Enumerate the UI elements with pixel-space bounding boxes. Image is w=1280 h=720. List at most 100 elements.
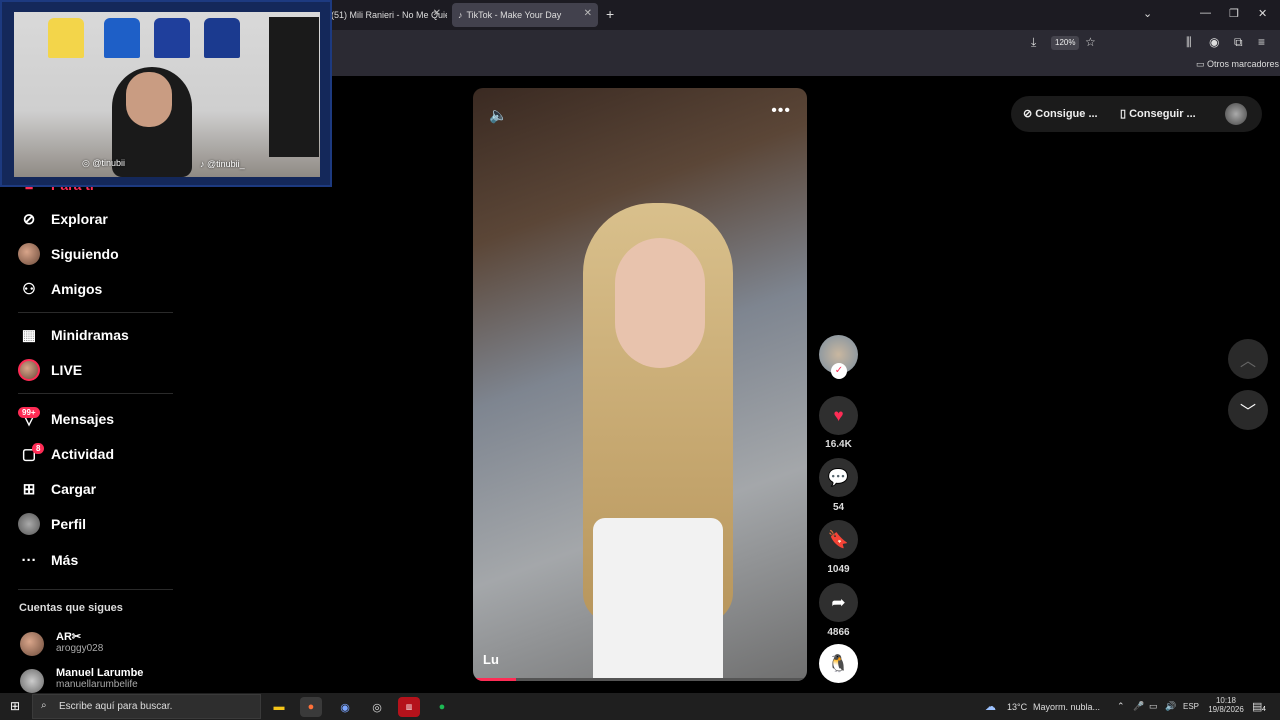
minimize-icon[interactable]: — xyxy=(1200,7,1211,19)
restore-icon[interactable]: ❐ xyxy=(1229,7,1239,20)
chevron-down-icon: ﹀ xyxy=(1239,404,1256,421)
firefox-icon[interactable]: ● xyxy=(300,697,322,717)
creator-avatar[interactable]: ✓ xyxy=(819,335,858,379)
heart-icon: ♥ xyxy=(833,405,844,425)
save-count: 1049 xyxy=(827,564,850,575)
get-app-button[interactable]: ▯ Conseguir ... xyxy=(1120,107,1196,120)
save-button[interactable]: 🔖 xyxy=(819,520,858,559)
window-close-icon[interactable]: ✕ xyxy=(1258,7,1267,20)
chevron-up-icon: ︿ xyxy=(1239,353,1256,370)
instagram-icon: ◎ xyxy=(82,158,93,168)
sidebar-item-siguiendo[interactable]: Siguiendo xyxy=(18,242,119,266)
sidebar-item-explorar[interactable]: ⊘ Explorar xyxy=(18,207,108,231)
sidebar-item-live[interactable]: LIVE xyxy=(18,358,82,382)
live-avatar-icon xyxy=(18,359,40,381)
share-icon: ➦ xyxy=(831,592,846,612)
messages-badge: 99+ xyxy=(18,407,40,418)
following-account[interactable]: Manuel Larumbe manuellarumbelife xyxy=(56,667,143,690)
close-icon[interactable]: ✕ xyxy=(584,8,592,19)
notifications-count: 4 xyxy=(1262,706,1266,713)
network-icon[interactable]: ▭ xyxy=(1149,701,1158,712)
coin-icon: ⊘ xyxy=(1023,108,1036,120)
tab-title: TikTok - Make Your Day xyxy=(466,10,562,20)
video-player[interactable]: 🔈 ••• Lu xyxy=(473,88,807,681)
friends-icon: ⚇ xyxy=(22,281,36,298)
following-account[interactable]: AR✂ aroggy028 xyxy=(56,630,103,654)
extensions-icon[interactable]: ⧉ xyxy=(1234,35,1243,50)
share-button[interactable]: ➦ xyxy=(819,583,858,622)
previous-video-button[interactable]: ︿ xyxy=(1228,339,1268,379)
language-indicator[interactable]: ESP xyxy=(1183,702,1199,711)
account-username: manuellarumbelife xyxy=(56,679,138,690)
account-avatar[interactable] xyxy=(20,632,44,656)
taskbar-search[interactable]: ⌕ Escribe aquí para buscar. xyxy=(32,694,261,719)
avatar-icon xyxy=(18,243,40,265)
comment-count: 54 xyxy=(832,502,845,513)
volume-icon[interactable]: 🔈 xyxy=(489,106,508,124)
library-icon[interactable]: ⫼ xyxy=(1186,35,1192,50)
star-icon[interactable]: ☆ xyxy=(1085,35,1096,49)
upload-icon: ⊞ xyxy=(22,481,36,498)
tiktok-favicon-icon: ♪ xyxy=(458,10,463,20)
temperature[interactable]: 13°C xyxy=(1007,702,1027,712)
file-explorer-icon[interactable]: ▬ xyxy=(268,697,290,717)
comment-icon: 💬 xyxy=(827,467,850,487)
divider xyxy=(18,312,173,313)
like-button[interactable]: ♥ xyxy=(819,396,858,435)
close-icon[interactable]: ✕ xyxy=(433,8,441,19)
divider xyxy=(18,589,173,590)
followed-check-icon[interactable]: ✓ xyxy=(831,363,847,379)
sidebar-item-amigos[interactable]: ⚇ Amigos xyxy=(18,277,102,301)
tiktok-icon: ♪ xyxy=(200,159,208,169)
time: 10:18 xyxy=(1215,696,1237,705)
windows-start-icon[interactable]: ⊞ xyxy=(10,699,20,713)
music-disc-button[interactable]: 🐧 xyxy=(819,644,858,683)
divider xyxy=(18,393,173,394)
penguin-icon: 🐧 xyxy=(827,653,850,673)
more-options-icon[interactable]: ••• xyxy=(771,102,791,120)
weather-text[interactable]: Mayorm. nubla... xyxy=(1033,702,1100,712)
zoom-indicator[interactable]: 120% xyxy=(1051,36,1080,50)
date: 19/8/2026 xyxy=(1208,705,1244,714)
new-tab-icon[interactable]: + xyxy=(606,6,614,22)
menu-icon[interactable]: ≡ xyxy=(1258,35,1265,49)
sidebar-item-minidramas[interactable]: ▦ Minidramas xyxy=(18,323,129,347)
get-coins-button[interactable]: ⊘ Consigue ... xyxy=(1023,107,1098,120)
notifications-icon[interactable]: ▤ xyxy=(1252,700,1262,713)
share-count: 4866 xyxy=(827,627,850,638)
tab-tiktok[interactable]: ♪ TikTok - Make Your Day ✕ xyxy=(452,3,598,27)
film-icon: ▦ xyxy=(21,327,37,344)
tab-youtube[interactable]: (51) Mili Ranieri - No Me Quie ✕ xyxy=(325,3,447,27)
sidebar-item-mas[interactable]: ··· Más xyxy=(18,548,79,572)
steam-icon[interactable]: ◎ xyxy=(366,697,388,717)
sidebar-item-cargar[interactable]: ⊞ Cargar xyxy=(18,477,96,501)
phone-icon: ▯ xyxy=(1120,108,1130,120)
clock[interactable]: 10:18 19/8/2026 xyxy=(1206,696,1246,714)
tab-title: (51) Mili Ranieri - No Me Quie xyxy=(331,10,447,20)
voicemeeter-icon[interactable]: ▥ xyxy=(398,697,420,717)
download-icon[interactable]: ⤓ xyxy=(1031,35,1036,50)
spotify-icon[interactable]: ● xyxy=(431,697,453,717)
sidebar-item-perfil[interactable]: Perfil xyxy=(18,512,86,536)
following-title: Cuentas que sigues xyxy=(19,602,123,614)
other-bookmarks[interactable]: ▭ Otros marcadores xyxy=(1196,59,1279,70)
account-username: aroggy028 xyxy=(56,643,104,654)
search-icon: ⌕ xyxy=(41,700,47,711)
video-caption: Lu xyxy=(483,652,499,667)
speaker-icon[interactable]: 🔊 xyxy=(1165,701,1176,712)
video-progress[interactable] xyxy=(473,678,807,681)
account-icon[interactable]: ◉ xyxy=(1209,35,1219,49)
like-count: 16.4K xyxy=(825,439,852,450)
tab-list-icon[interactable]: ⌄ xyxy=(1143,7,1152,20)
user-avatar[interactable] xyxy=(1225,103,1247,125)
obs-icon[interactable]: ◉ xyxy=(334,697,356,717)
comment-button[interactable]: 💬 xyxy=(819,458,858,497)
tray-expand-icon[interactable]: ⌃ xyxy=(1117,701,1125,712)
instagram-handle: ◎ @tinubii xyxy=(82,158,126,168)
weather-icon[interactable]: ☁ xyxy=(985,700,996,713)
account-avatar[interactable] xyxy=(20,669,44,693)
bookmark-icon: 🔖 xyxy=(827,529,850,549)
microphone-icon[interactable]: 🎤 xyxy=(1133,701,1144,712)
next-video-button[interactable]: ﹀ xyxy=(1228,390,1268,430)
webcam-overlay: ◎ @tinubii ♪ @tinubii_ xyxy=(0,0,332,187)
